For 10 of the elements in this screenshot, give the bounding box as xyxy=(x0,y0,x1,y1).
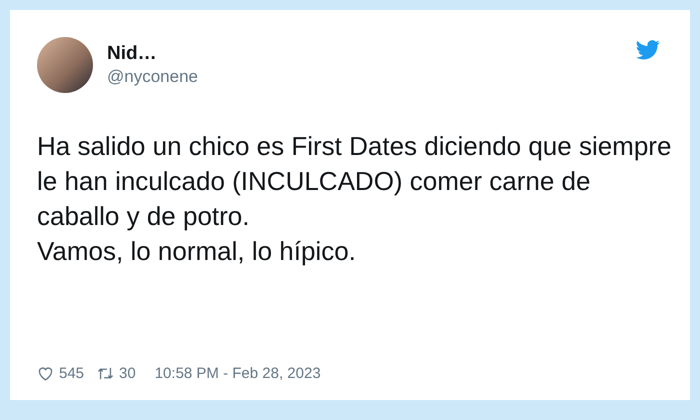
timestamp[interactable]: 10:58 PM - Feb 28, 2023 xyxy=(154,365,321,382)
tweet-text: Ha salido un chico es First Dates diciendo que siempre le han inculcado (INCULCADO) comer carne de caballo y de potro. xyxy=(37,130,672,233)
retweet-count: 30 xyxy=(119,365,136,382)
author-handle[interactable]: @nyconene xyxy=(107,67,198,87)
like-count: 545 xyxy=(59,365,84,382)
author-name[interactable]: Nid… xyxy=(107,43,198,65)
bird-icon[interactable] xyxy=(636,40,660,60)
heart-icon[interactable] xyxy=(37,365,54,382)
retweet-icon[interactable] xyxy=(97,365,114,382)
tweet-text: Vamos, lo normal, lo hípico. xyxy=(37,235,357,268)
